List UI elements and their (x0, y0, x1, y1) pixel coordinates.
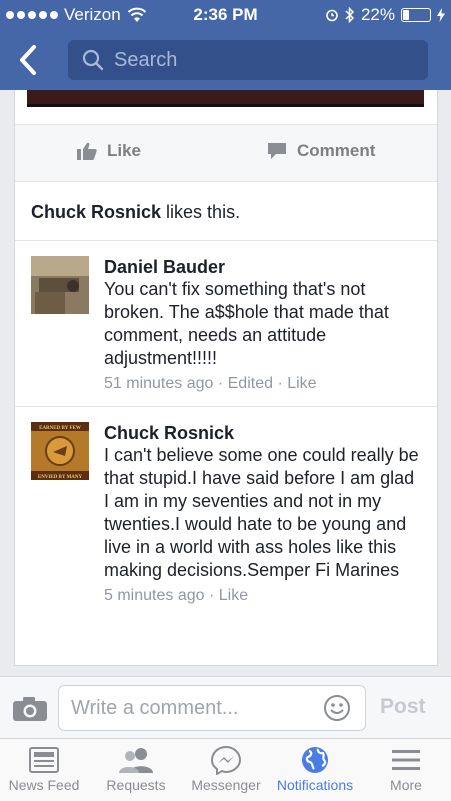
messenger-icon (211, 745, 241, 775)
tab-messenger[interactable]: Messenger (184, 743, 268, 793)
tab-news-feed[interactable]: News Feed (4, 743, 84, 793)
menu-icon (392, 750, 420, 770)
comment-time[interactable]: 5 minutes ago (104, 587, 205, 604)
thumbs-up-icon (77, 142, 97, 160)
comment-author[interactable]: Chuck Rosnick (104, 422, 424, 444)
liker-name[interactable]: Chuck Rosnick (31, 202, 161, 222)
tab-bar: News Feed Requests Messenger Notificatio… (0, 738, 451, 801)
post-media (27, 90, 424, 107)
comment-bubble-icon (268, 143, 286, 159)
comment-meta: 51 minutes ago · Edited · Like (104, 375, 317, 392)
battery-icon (401, 8, 431, 22)
tab-label: News Feed (8, 777, 80, 793)
globe-icon (302, 747, 328, 773)
comment-button[interactable]: Comment (267, 141, 375, 161)
search-placeholder: Search (114, 49, 178, 71)
post-button[interactable]: Post (380, 695, 426, 719)
friend-requests-icon (119, 748, 153, 773)
comment-author[interactable]: Daniel Bauder (104, 256, 424, 278)
bluetooth-icon (345, 7, 355, 23)
tab-label: More (390, 777, 422, 793)
divider (15, 406, 437, 407)
comment-edited[interactable]: Edited (228, 375, 273, 392)
avatar-caption-bottom: ENVIED BY MANY (38, 475, 83, 480)
tab-requests[interactable]: Requests (96, 743, 176, 793)
tab-label: Requests (106, 777, 166, 793)
search-icon (82, 49, 104, 71)
divider (15, 240, 437, 241)
comment-meta: 5 minutes ago · Like (104, 587, 249, 604)
comment-composer: Write a comment... Post (0, 676, 451, 739)
back-arrow-icon[interactable] (14, 42, 44, 78)
likes-suffix: likes this. (161, 202, 241, 222)
avatar[interactable] (31, 256, 89, 314)
comment-input[interactable]: Write a comment... (58, 685, 366, 731)
comment-like-link[interactable]: Like (287, 375, 316, 392)
tab-notifications[interactable]: Notifications (270, 743, 360, 793)
tab-more[interactable]: More (370, 743, 442, 793)
battery-percent: 22% (360, 5, 395, 24)
navigation-bar: Search (0, 30, 451, 90)
comment-text: I can't believe some one could really be… (104, 445, 419, 580)
status-bar: Verizon 2:36 PM 22% (0, 0, 451, 30)
post-actions: Like Comment (15, 124, 437, 182)
likes-summary: Chuck Rosnick likes this. (31, 202, 240, 223)
comment-label: Comment (297, 141, 376, 160)
tab-label: Messenger (191, 777, 261, 793)
tab-label: Notifications (276, 777, 354, 793)
search-input[interactable]: Search (68, 40, 428, 80)
camera-icon[interactable] (12, 696, 48, 722)
emoji-icon[interactable] (323, 694, 351, 722)
alarm-icon (326, 9, 338, 22)
comment-text: You can't fix something that's not broke… (104, 279, 389, 368)
news-feed-icon (29, 747, 59, 773)
avatar[interactable]: EARNED BY FEW ENVIED BY MANY (31, 422, 89, 480)
like-label: Like (107, 141, 142, 160)
like-button[interactable]: Like (77, 141, 141, 161)
comment-time[interactable]: 51 minutes ago (104, 375, 213, 392)
comment-placeholder: Write a comment... (71, 697, 239, 719)
avatar-caption-top: EARNED BY FEW (39, 426, 81, 431)
comment-like-link[interactable]: Like (219, 587, 248, 604)
charging-bolt-icon (437, 8, 445, 22)
post-card: Like Comment Chuck Rosnick likes this. D… (14, 90, 438, 666)
